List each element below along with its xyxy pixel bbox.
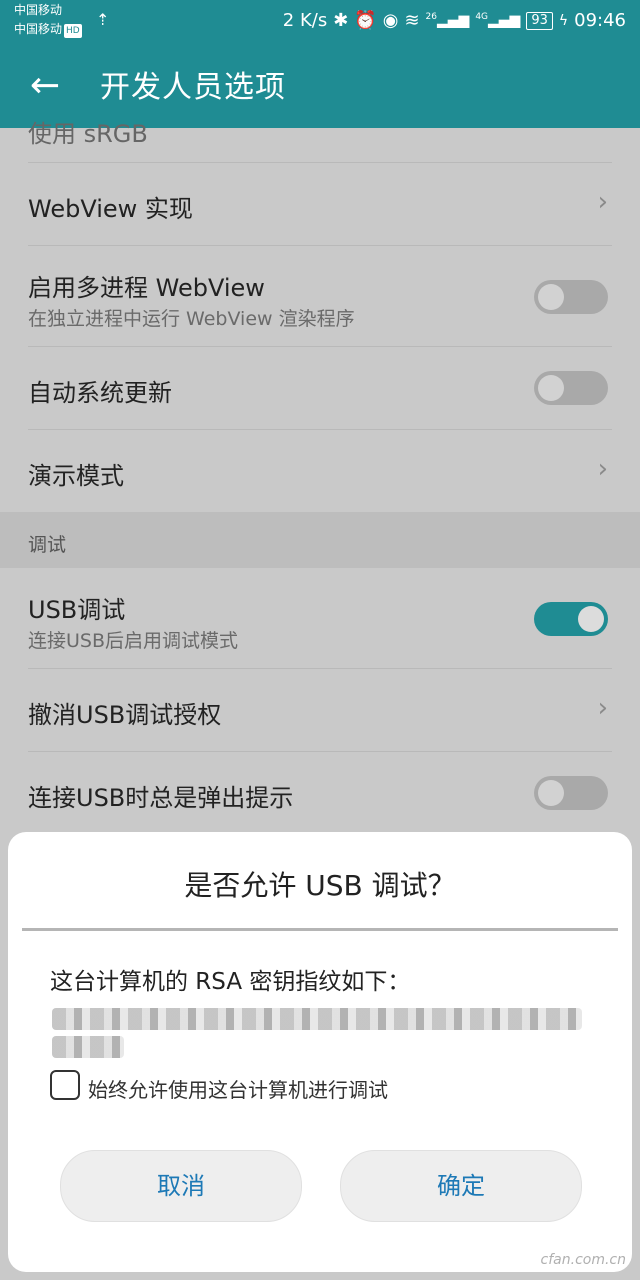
wifi-icon: ≋ — [404, 10, 420, 31]
settings-list: 使用 sRGB WebView 实现 › 启用多进程 WebView 在独立进程… — [0, 120, 640, 834]
status-bar: 中国移动 中国移动 HD ⇡ 2 K/s ✱ ⏰ ◉ ≋ 26▂▄▆ 4G▂▄▆ … — [0, 0, 640, 48]
usb-icon: ⇡ — [96, 10, 110, 29]
section-header-debug: 调试 — [0, 512, 640, 568]
settings-row-usb-debug[interactable]: USB调试 连接USB后启用调试模式 — [28, 568, 612, 669]
srgb-label: 使用 sRGB — [28, 120, 148, 148]
toggle-knob — [538, 375, 564, 401]
ok-button[interactable]: 确定 — [340, 1150, 582, 1222]
eye-comfort-icon: ◉ — [382, 10, 399, 31]
chevron-right-icon: › — [597, 693, 608, 723]
settings-row-srgb[interactable]: 使用 sRGB — [28, 120, 612, 163]
revoke-usb-label: 撤消USB调试授权 — [28, 701, 222, 729]
settings-row-multiprocess[interactable]: 启用多进程 WebView 在独立进程中运行 WebView 渲染程序 — [28, 246, 612, 347]
dialog-title: 是否允许 USB 调试？ — [184, 869, 456, 902]
toggle-knob — [578, 606, 604, 632]
rsa-fingerprint-redacted — [52, 1008, 582, 1030]
multiprocess-subtitle: 在独立进程中运行 WebView 渲染程序 — [28, 308, 355, 330]
toggle-knob — [538, 284, 564, 310]
carrier-2-label: 中国移动 — [14, 22, 63, 36]
toggle-knob — [538, 780, 564, 806]
cancel-button[interactable]: 取消 — [60, 1150, 302, 1222]
multiprocess-title: 启用多进程 WebView — [28, 274, 265, 302]
chevron-right-icon: › — [597, 187, 608, 217]
signal-icon: 26▂▄▆ — [425, 12, 470, 29]
webview-impl-label: WebView 实现 — [28, 195, 193, 223]
page-title: 开发人员选项 — [100, 70, 286, 105]
settings-row-webview-impl[interactable]: WebView 实现 › — [28, 163, 612, 246]
auto-update-toggle[interactable] — [534, 371, 608, 405]
status-icons: 2 K/s ✱ ⏰ ◉ ≋ 26▂▄▆ 4G▂▄▆ 93 ϟ 09:46 — [283, 10, 626, 31]
dialog-divider — [22, 928, 618, 931]
settings-row-auto-update[interactable]: 自动系统更新 — [28, 347, 612, 430]
settings-row-revoke-usb[interactable]: 撤消USB调试授权 › — [28, 669, 612, 752]
watermark: cfan.com.cn — [540, 1252, 626, 1268]
bluetooth-icon: ✱ — [333, 10, 349, 31]
auto-update-label: 自动系统更新 — [28, 379, 172, 407]
always-allow-label[interactable]: 始终允许使用这台计算机进行调试 — [88, 1074, 388, 1103]
signal-icon-2: 4G▂▄▆ — [475, 12, 521, 29]
signal2-label: 4G — [475, 12, 489, 23]
demo-mode-label: 演示模式 — [28, 462, 124, 490]
usb-debug-subtitle: 连接USB后启用调试模式 — [28, 630, 239, 652]
usb-debug-toggle[interactable] — [534, 602, 608, 636]
network-speed: 2 K/s — [282, 10, 328, 31]
usb-popup-label: 连接USB时总是弹出提示 — [28, 784, 294, 812]
usb-debug-title: USB调试 — [28, 596, 126, 624]
hd-badge: HD — [64, 24, 82, 38]
multiprocess-toggle[interactable] — [534, 280, 608, 314]
dialog-message: 这台计算机的 RSA 密钥指纹如下： — [50, 969, 411, 995]
always-allow-checkbox[interactable] — [50, 1070, 80, 1100]
battery-indicator: 93 — [526, 11, 553, 30]
chevron-right-icon: › — [597, 454, 608, 484]
usb-debug-dialog: 是否允许 USB 调试？ 这台计算机的 RSA 密钥指纹如下： 始终允许使用这台… — [8, 832, 632, 1272]
settings-row-demo-mode[interactable]: 演示模式 › — [28, 430, 612, 512]
back-arrow-icon[interactable]: ← — [30, 66, 60, 106]
signal1-label: 26 — [425, 12, 437, 23]
settings-row-usb-popup[interactable]: 连接USB时总是弹出提示 — [28, 752, 612, 834]
alarm-icon: ⏰ — [354, 10, 377, 31]
rsa-fingerprint-redacted — [52, 1036, 124, 1058]
charging-icon: ϟ — [558, 12, 569, 29]
clock: 09:46 — [574, 10, 626, 31]
usb-popup-toggle[interactable] — [534, 776, 608, 810]
carrier-1: 中国移动 — [14, 3, 63, 17]
section-debug-label: 调试 — [28, 534, 67, 556]
carrier-2: 中国移动 HD — [14, 22, 82, 38]
